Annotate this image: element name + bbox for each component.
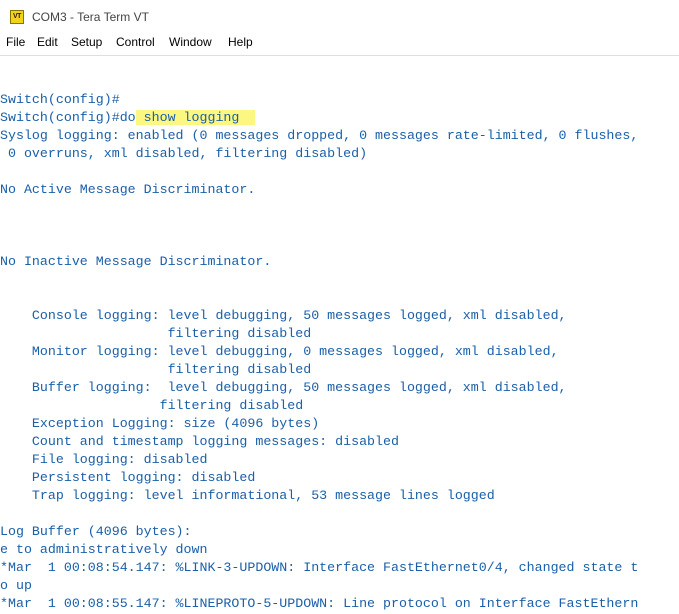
terminal-output[interactable]: Switch(config)# Switch(config)#do show l… <box>0 56 679 614</box>
title-bar[interactable]: VT COM3 - Tera Term VT <box>0 0 679 34</box>
terminal-line: No Active Message Discriminator. <box>0 182 256 197</box>
menu-control[interactable]: Control <box>116 35 155 49</box>
terminal-line: Log Buffer (4096 bytes): <box>0 524 192 539</box>
terminal-line: No Inactive Message Discriminator. <box>0 254 272 269</box>
window-title: COM3 - Tera Term VT <box>32 10 149 24</box>
menu-help[interactable]: Help <box>228 35 253 49</box>
menu-window[interactable]: Window <box>169 35 212 49</box>
terminal-line: Switch(config)# <box>0 92 120 107</box>
terminal-line: 0 overruns, xml disabled, filtering disa… <box>0 146 368 161</box>
terminal-line: Count and timestamp logging messages: di… <box>0 434 399 449</box>
terminal-line: Buffer logging: level debugging, 50 mess… <box>0 380 567 395</box>
menu-bar: File Edit Setup Control Window Help <box>0 34 679 54</box>
terminal-line: filtering disabled <box>0 398 304 413</box>
terminal-line: *Mar 1 00:08:54.147: %LINK-3-UPDOWN: Int… <box>0 560 639 575</box>
terminal-line: *Mar 1 00:08:55.147: %LINEPROTO-5-UPDOWN… <box>0 596 639 611</box>
teraterm-app-icon[interactable]: VT <box>10 10 24 24</box>
terminal-line: Exception Logging: size (4096 bytes) <box>0 416 320 431</box>
terminal-line: Console logging: level debugging, 50 mes… <box>0 308 567 323</box>
terminal-line: Monitor logging: level debugging, 0 mess… <box>0 344 559 359</box>
terminal-line: filtering disabled <box>0 326 312 341</box>
terminal-line: File logging: disabled <box>0 452 208 467</box>
menu-file[interactable]: File <box>6 35 25 49</box>
menu-edit[interactable]: Edit <box>37 35 58 49</box>
terminal-line: Switch(config)#do show logging <box>0 109 256 127</box>
menu-setup[interactable]: Setup <box>71 35 102 49</box>
terminal-line: Trap logging: level informational, 53 me… <box>0 488 495 503</box>
terminal-line: o up <box>0 578 32 593</box>
terminal-line: Persistent logging: disabled <box>0 470 256 485</box>
prompt-text: Switch(config)#do <box>0 110 136 125</box>
terminal-line: filtering disabled <box>0 362 312 377</box>
terminal-line: e to administratively down <box>0 542 208 557</box>
terminal-line: Syslog logging: enabled (0 messages drop… <box>0 128 639 143</box>
highlighted-command: show logging <box>135 110 256 125</box>
